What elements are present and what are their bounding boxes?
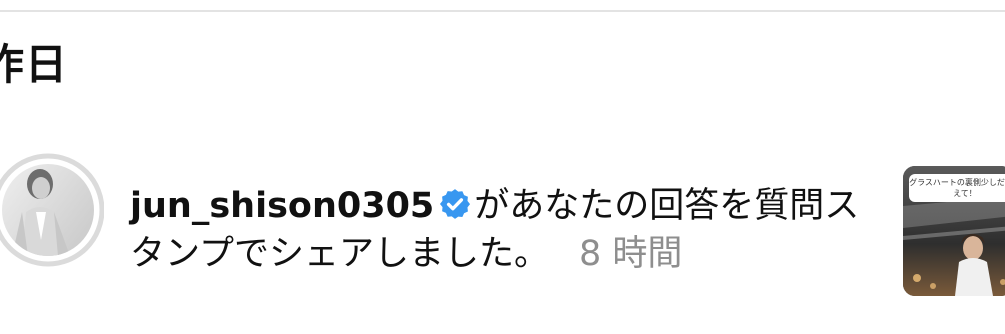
avatar-photo (0, 153, 104, 267)
notification-username[interactable]: jun_shison0305 (130, 186, 434, 226)
top-divider (0, 10, 1005, 12)
story-thumbnail[interactable]: グラスハートの裏側少しだけ教えて！ (903, 166, 1005, 296)
notification-timestamp: 8 時間 (578, 234, 683, 274)
story-question-sticker: グラスハートの裏側少しだけ教えて！ (909, 174, 1005, 202)
notification-row[interactable]: jun_shison0305 があなたの回答を質問スタンプでシェアしました。 8 時… (0, 150, 1005, 314)
notification-text: jun_shison0305 があなたの回答を質問スタンプでシェアしました。 8 時… (130, 182, 870, 278)
section-heading: 昨日 (0, 40, 69, 89)
verified-badge-icon (440, 189, 471, 219)
avatar[interactable] (0, 150, 104, 302)
